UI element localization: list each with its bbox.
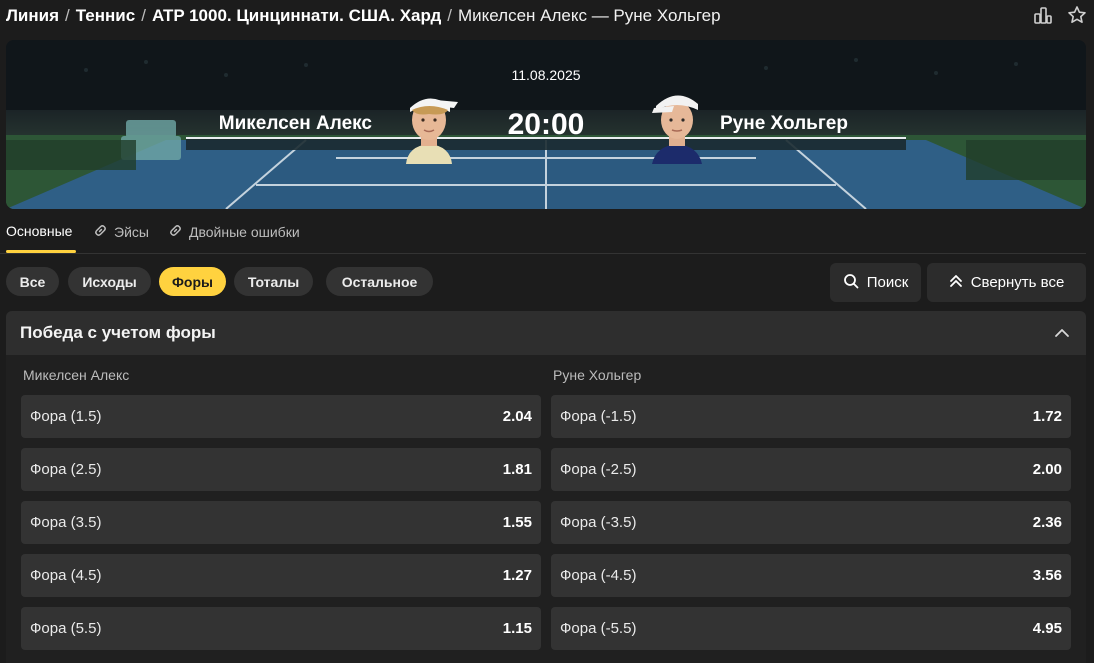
odds-label: Фора (-4.5) — [560, 567, 637, 584]
odds-label: Фора (-5.5) — [560, 620, 637, 637]
odds-value: 4.95 — [1032, 620, 1062, 637]
odds-label: Фора (2.5) — [30, 461, 102, 478]
odds-label: Фора (1.5) — [30, 408, 102, 425]
collapse-all-label: Свернуть все — [970, 274, 1065, 291]
odds-value: 3.56 — [1032, 567, 1062, 584]
breadcrumb-separator: / — [65, 6, 70, 25]
chevron-up-icon[interactable] — [1052, 323, 1072, 343]
market-title: Победа с учетом форы — [20, 323, 216, 342]
filter-other[interactable]: Остальное — [326, 267, 433, 296]
match-banner: 11.08.2025 20:00 Микелсен Алекс Руне Хол… — [6, 40, 1086, 209]
odds-label: Фора (-1.5) — [560, 408, 637, 425]
odds-value: 1.15 — [502, 620, 532, 637]
tab-double-faults[interactable]: Двойные ошибки — [168, 223, 300, 241]
odds-button[interactable]: Фора (1.5) 2.04 — [21, 395, 541, 438]
filter-handicaps[interactable]: Форы — [159, 267, 226, 296]
filter-totals[interactable]: Тоталы — [234, 267, 313, 296]
match-time: 20:00 — [507, 108, 585, 141]
star-icon[interactable] — [1066, 4, 1088, 26]
search-button[interactable]: Поиск — [830, 263, 921, 302]
filter-all[interactable]: Все — [6, 267, 59, 296]
right-column-label: Руне Хольгер — [553, 367, 642, 383]
odds-value: 2.00 — [1032, 461, 1062, 478]
odds-label: Фора (5.5) — [30, 620, 102, 637]
odds-label: Фора (-3.5) — [560, 514, 637, 531]
odds-value: 1.55 — [502, 514, 532, 531]
odds-value: 2.36 — [1032, 514, 1062, 531]
player2-name: Руне Хольгер — [720, 113, 848, 134]
player2-avatar — [644, 86, 710, 164]
breadcrumb-separator: / — [141, 6, 146, 25]
market-header[interactable]: Победа с учетом форы — [6, 311, 1086, 355]
breadcrumb-item-match: Микелсен Алекс — Руне Хольгер — [457, 6, 721, 25]
left-column-label: Микелсен Алекс — [23, 367, 130, 383]
odds-label: Фора (-2.5) — [560, 461, 637, 478]
odds-button[interactable]: Фора (2.5) 1.81 — [21, 448, 541, 491]
link-icon — [93, 223, 108, 241]
tab-double-faults-label: Двойные ошибки — [189, 224, 300, 240]
link-icon — [168, 223, 183, 241]
search-button-label: Поиск — [866, 274, 909, 291]
odds-button[interactable]: Фора (3.5) 1.55 — [21, 501, 541, 544]
tab-aces-label: Эйсы — [114, 224, 149, 240]
odds-value: 1.27 — [502, 567, 532, 584]
double-chevron-up-icon — [949, 274, 963, 292]
odds-button[interactable]: Фора (-4.5) 3.56 — [551, 554, 1071, 597]
odds-button[interactable]: Фора (-3.5) 2.36 — [551, 501, 1071, 544]
odds-button[interactable]: Фора (-1.5) 1.72 — [551, 395, 1071, 438]
odds-button[interactable]: Фора (-5.5) 4.95 — [551, 607, 1071, 650]
top-bar: Линия / Теннис / ATP 1000. Цинциннати. США. … — [0, 0, 1094, 34]
odds-button[interactable]: Фора (-2.5) 2.00 — [551, 448, 1071, 491]
tab-aces[interactable]: Эйсы — [93, 223, 149, 241]
odds-value: 1.72 — [1032, 408, 1062, 425]
odds-button[interactable]: Фора (4.5) 1.27 — [21, 554, 541, 597]
tab-main[interactable]: Основные — [6, 223, 72, 239]
handicap-market: Победа с учетом форы Микелсен Алекс Руне… — [6, 311, 1086, 663]
player1-avatar — [396, 86, 462, 164]
breadcrumb-separator: / — [447, 6, 452, 25]
filter-outcomes[interactable]: Исходы — [68, 267, 151, 296]
odds-label: Фора (3.5) — [30, 514, 102, 531]
odds-label: Фора (4.5) — [30, 567, 102, 584]
market-tabs: Основные Эйсы Двойные ошибки — [0, 214, 1086, 254]
player1-name: Микелсен Алекс — [218, 113, 372, 134]
breadcrumb-item-tournament[interactable]: ATP 1000. Цинциннати. США. Хард — [152, 6, 441, 25]
active-tab-indicator — [6, 250, 76, 253]
odds-button[interactable]: Фора (5.5) 1.15 — [21, 607, 541, 650]
tab-main-label: Основные — [6, 223, 73, 239]
breadcrumb-item-tennis[interactable]: Теннис — [76, 6, 135, 25]
odds-value: 2.04 — [502, 408, 532, 425]
breadcrumb-item-line[interactable]: Линия — [6, 6, 59, 25]
collapse-all-button[interactable]: Свернуть все — [927, 263, 1086, 302]
breadcrumb: Линия / Теннис / ATP 1000. Цинциннати. США. … — [6, 6, 721, 26]
search-icon — [843, 273, 859, 293]
match-date: 11.08.2025 — [511, 67, 581, 83]
share-icon[interactable] — [1032, 4, 1054, 26]
odds-value: 1.81 — [502, 461, 532, 478]
